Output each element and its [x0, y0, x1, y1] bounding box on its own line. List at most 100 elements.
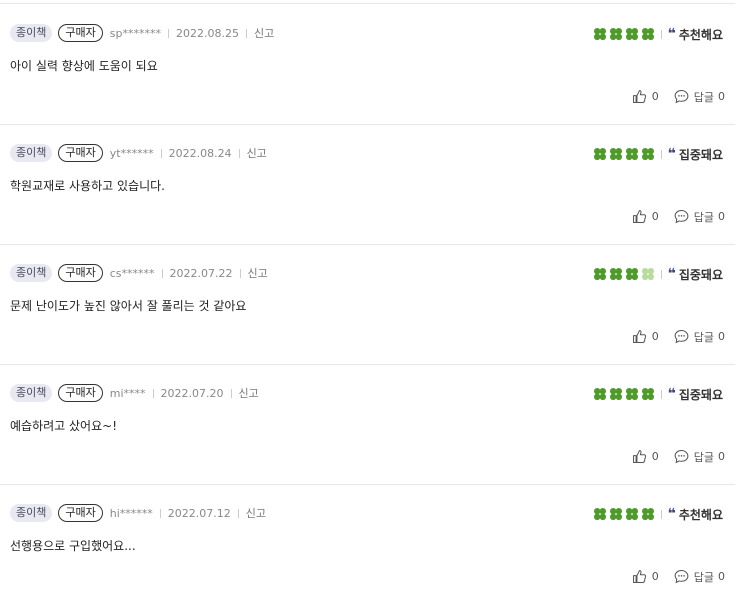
reply-button[interactable]: 답글 0: [673, 448, 725, 465]
format-badge: 종이책: [10, 504, 53, 522]
buyer-badge: 구매자: [58, 24, 103, 42]
thumbs-up-icon: [632, 210, 646, 223]
like-button[interactable]: 0: [631, 448, 673, 465]
quote-icon: ❝: [667, 146, 676, 162]
reviewer-id: mi****: [109, 386, 146, 400]
thumbs-up-icon: [632, 90, 646, 103]
thumbs-up-icon: [632, 330, 646, 343]
like-count: 0: [651, 570, 659, 583]
review-tag: 추천해요: [678, 507, 723, 522]
clover-filled-icon: [609, 268, 622, 280]
comment-icon: [674, 330, 689, 344]
reply-count: 0: [718, 330, 725, 343]
divider: [660, 29, 662, 39]
rating-area: ❝ 집중돼요: [591, 383, 723, 405]
like-count: 0: [651, 210, 659, 223]
comment-icon: [674, 570, 689, 584]
clover-rating: [591, 27, 655, 41]
review-date: 2022.07.22: [169, 266, 233, 280]
divider: [230, 388, 232, 398]
divider: [660, 389, 662, 399]
reply-button[interactable]: 답글 0: [673, 328, 725, 345]
buyer-badge: 구매자: [58, 144, 103, 162]
review-meta: 종이책 구매자 hi****** 2022.07.12 신고: [10, 503, 266, 523]
review-tag: 집중돼요: [678, 147, 723, 162]
clover-filled-icon: [625, 388, 638, 400]
divider: [245, 28, 247, 38]
clover-filled-icon: [593, 388, 606, 400]
report-button[interactable]: 신고: [247, 145, 267, 161]
reply-count: 0: [718, 210, 725, 223]
divider: [237, 508, 239, 518]
review-item: 종이책 구매자 sp******* 2022.08.25 신고 ❝ 추천해요 아…: [0, 4, 735, 125]
clover-filled-icon: [593, 148, 606, 160]
report-button[interactable]: 신고: [248, 265, 268, 281]
reply-button[interactable]: 답글 0: [673, 568, 725, 585]
review-content: 문제 난이도가 높진 않아서 잘 풀리는 것 같아요: [10, 299, 247, 313]
reply-label: 답글: [693, 450, 714, 464]
review-item: 종이책 구매자 cs****** 2022.07.22 신고 ❝ 집중돼요 문제…: [0, 244, 735, 365]
review-actions: 0 답글 0: [631, 88, 725, 105]
divider: [660, 149, 662, 159]
review-content: 예습하려고 샀어요~!: [10, 419, 118, 433]
clover-filled-icon: [641, 388, 654, 400]
reviewer-id: yt******: [109, 146, 154, 160]
format-badge: 종이책: [10, 384, 53, 402]
clover-rating: [591, 267, 655, 281]
reply-button[interactable]: 답글 0: [673, 88, 725, 105]
review-meta: 종이책 구매자 yt****** 2022.08.24 신고: [10, 143, 267, 163]
review-actions: 0 답글 0: [631, 568, 725, 585]
divider: [660, 509, 662, 519]
rating-area: ❝ 집중돼요: [591, 263, 723, 285]
divider: [238, 148, 240, 158]
reply-count: 0: [718, 570, 725, 583]
like-button[interactable]: 0: [631, 568, 673, 585]
clover-filled-icon: [609, 388, 622, 400]
clover-filled-icon: [609, 28, 622, 40]
report-button[interactable]: 신고: [246, 505, 266, 521]
review-date: 2022.08.24: [168, 146, 232, 160]
buyer-badge: 구매자: [58, 384, 103, 402]
review-meta: 종이책 구매자 cs****** 2022.07.22 신고: [10, 263, 268, 283]
quote-icon: ❝: [667, 386, 676, 402]
buyer-badge: 구매자: [58, 264, 103, 282]
format-badge: 종이책: [10, 144, 53, 162]
like-count: 0: [651, 330, 659, 343]
reviewer-id: cs******: [109, 266, 155, 280]
rating-area: ❝ 집중돼요: [591, 143, 723, 165]
like-count: 0: [651, 450, 659, 463]
report-button[interactable]: 신고: [254, 25, 274, 41]
reviewer-id: sp*******: [109, 26, 161, 40]
divider: [167, 28, 169, 38]
like-button[interactable]: 0: [631, 208, 673, 225]
reviewer-id: hi******: [109, 506, 153, 520]
thumbs-up-icon: [632, 450, 646, 463]
review-actions: 0 답글 0: [631, 208, 725, 225]
divider: [152, 388, 154, 398]
buyer-badge: 구매자: [58, 504, 103, 522]
format-badge: 종이책: [10, 24, 53, 42]
reply-button[interactable]: 답글 0: [673, 208, 725, 225]
thumbs-up-icon: [632, 570, 646, 583]
review-content: 아이 실력 향상에 도움이 되요: [10, 59, 158, 73]
review-tag: 추천해요: [678, 27, 723, 42]
like-button[interactable]: 0: [631, 88, 673, 105]
reply-label: 답글: [693, 330, 714, 344]
clover-filled-icon: [625, 148, 638, 160]
clover-filled-icon: [641, 28, 654, 40]
review-item: 종이책 구매자 mi**** 2022.07.20 신고 ❝ 집중돼요 예습하려…: [0, 364, 735, 485]
quote-icon: ❝: [667, 26, 676, 42]
review-item: 종이책 구매자 hi****** 2022.07.12 신고 ❝ 추천해요 선행…: [0, 484, 735, 604]
rating-area: ❝ 추천해요: [591, 503, 723, 525]
report-button[interactable]: 신고: [239, 385, 259, 401]
rating-area: ❝ 추천해요: [591, 23, 723, 45]
comment-icon: [674, 450, 689, 464]
review-content: 학원교재로 사용하고 있습니다.: [10, 179, 165, 193]
comment-icon: [674, 210, 689, 224]
review-actions: 0 답글 0: [631, 448, 725, 465]
divider: [660, 269, 662, 279]
reply-count: 0: [718, 450, 725, 463]
like-button[interactable]: 0: [631, 328, 673, 345]
clover-filled-icon: [625, 28, 638, 40]
review-date: 2022.07.20: [160, 386, 224, 400]
